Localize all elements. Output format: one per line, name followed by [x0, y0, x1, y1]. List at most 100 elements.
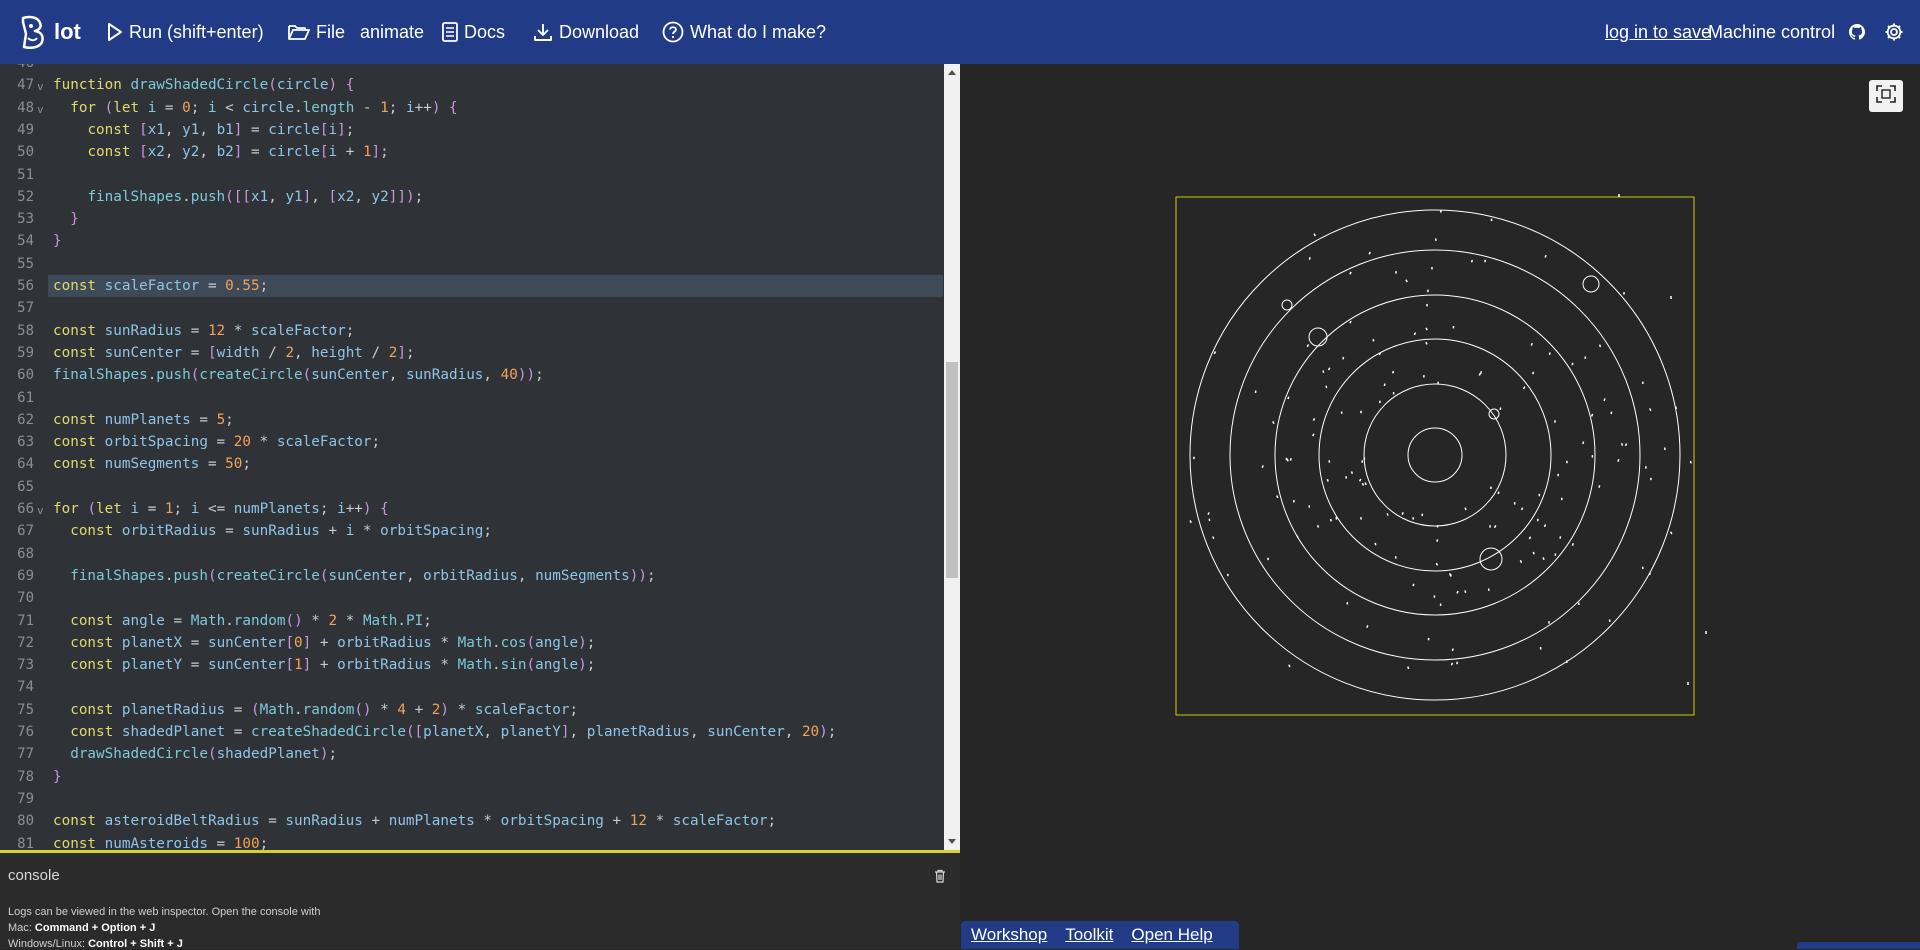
asteroid-mark [1393, 371, 1394, 373]
open-help-link[interactable]: Open Help [1131, 925, 1212, 945]
asteroid-mark [1599, 485, 1600, 487]
line-number: 52 [0, 186, 34, 208]
code-line[interactable]: const numSegments = 50; [53, 453, 251, 475]
animate-button[interactable]: animate [360, 0, 424, 64]
code-line[interactable]: for (let i = 1; i <= numPlanets; i++) { [53, 498, 389, 520]
code-line[interactable]: const numAsteroids = 100; [53, 833, 268, 851]
code-line[interactable]: } [53, 208, 79, 230]
asteroid-mark [1406, 280, 1407, 282]
asteroid-mark [1544, 524, 1545, 526]
asteroid-mark [1314, 234, 1315, 236]
asteroid-mark [1452, 663, 1453, 665]
toolkit-link[interactable]: Toolkit [1065, 925, 1113, 945]
file-menu-button[interactable]: File [288, 0, 345, 64]
asteroid-mark [1367, 625, 1368, 627]
asteroid-mark [1360, 479, 1361, 481]
code-line[interactable]: const orbitRadius = sunRadius + i * orbi… [53, 520, 492, 542]
docs-button[interactable]: Docs [442, 0, 505, 64]
line-number: 65 [0, 476, 34, 498]
preview-viewer[interactable]: Workshop Toolkit Open Help [961, 64, 1920, 949]
windows-keys: Control + Shift + J [88, 938, 183, 950]
asteroid-mark [1379, 353, 1380, 355]
line-number: 49 [0, 119, 34, 141]
run-button[interactable]: Run (shift+enter) [107, 0, 264, 64]
file-label: File [316, 22, 345, 43]
code-editor[interactable]: 4647vfunction drawShadedCircle(circle) {… [0, 64, 960, 850]
console-panel: console Logs can be viewed in the web in… [0, 850, 960, 949]
code-line[interactable]: } [53, 230, 62, 252]
workshop-link[interactable]: Workshop [971, 925, 1047, 945]
code-line[interactable]: finalShapes.push([[x1, y1], [x2, y2]]); [53, 186, 423, 208]
editor-scrollbar[interactable] [944, 64, 960, 850]
code-line[interactable]: const scaleFactor = 0.55; [53, 275, 268, 297]
asteroid-mark [1362, 483, 1363, 485]
fullscreen-button[interactable] [1869, 80, 1903, 112]
dimension-readout [1797, 942, 1920, 949]
console-message: Logs can be viewed in the web inspector.… [8, 906, 320, 918]
asteroid-mark [1436, 563, 1437, 565]
orbit-circle [1230, 250, 1640, 660]
code-line[interactable]: finalShapes.push(createCircle(sunCenter,… [53, 565, 656, 587]
line-number: 50 [0, 141, 34, 163]
blot-logo[interactable]: lot [18, 0, 81, 64]
asteroid-mark [1414, 333, 1415, 335]
code-line[interactable]: const [x1, y1, b1] = circle[i]; [53, 119, 354, 141]
scroll-down-arrow-icon[interactable] [948, 839, 956, 844]
asteroid-mark [1543, 557, 1544, 559]
fold-arrow-icon[interactable]: v [37, 80, 44, 93]
code-line[interactable]: const asteroidBeltRadius = sunRadius + n… [53, 810, 776, 832]
code-line[interactable]: finalShapes.push(createCircle(sunCenter,… [53, 364, 544, 386]
code-line[interactable]: for (let i = 0; i < circle.length - 1; i… [53, 97, 458, 119]
code-line[interactable]: const angle = Math.random() * 2 * Math.P… [53, 610, 432, 632]
asteroid-mark [1545, 255, 1546, 257]
code-line[interactable]: drawShadedCircle(shadedPlanet); [53, 743, 337, 765]
line-number: 79 [0, 788, 34, 810]
asteroid-mark [1578, 602, 1579, 604]
line-number: 66 [0, 498, 34, 520]
line-number: 75 [0, 699, 34, 721]
code-line[interactable]: } [53, 766, 62, 788]
help-button[interactable]: What do I make? [662, 0, 826, 64]
asteroid-mark [1618, 459, 1619, 461]
line-number: 69 [0, 565, 34, 587]
asteroid-mark [1384, 384, 1385, 386]
line-number: 81 [0, 833, 34, 851]
trash-icon[interactable] [934, 869, 946, 888]
code-line[interactable]: function drawShadedCircle(circle) { [53, 74, 354, 96]
code-line[interactable]: const orbitSpacing = 20 * scaleFactor; [53, 431, 380, 453]
code-line[interactable]: const planetY = sunCenter[1] + orbitRadi… [53, 654, 595, 676]
github-icon[interactable] [1848, 0, 1866, 64]
scroll-up-arrow-icon[interactable] [948, 70, 956, 75]
code-line[interactable]: const shadedPlanet = createShadedCircle(… [53, 721, 836, 743]
code-line[interactable]: const planetX = sunCenter[0] + orbitRadi… [53, 632, 595, 654]
mac-prefix: Mac: [8, 922, 35, 934]
windows-prefix: Windows/Linux: [8, 938, 88, 950]
fold-arrow-icon[interactable]: v [37, 103, 44, 116]
login-link[interactable]: log in to save [1605, 0, 1711, 64]
machine-control-button[interactable]: Machine control [1708, 0, 1835, 64]
asteroid-mark [1531, 343, 1532, 345]
asteroid-mark [1309, 257, 1310, 259]
help-label: What do I make? [690, 22, 826, 43]
line-number: 58 [0, 320, 34, 342]
gear-icon[interactable] [1884, 0, 1904, 64]
code-line[interactable]: const [x2, y2, b2] = circle[i + 1]; [53, 141, 389, 163]
drawing-canvas[interactable] [961, 64, 1920, 949]
asteroid-mark [1520, 560, 1521, 562]
fold-arrow-icon[interactable]: v [37, 504, 44, 517]
asteroid-mark [1375, 543, 1376, 545]
folder-icon [288, 23, 310, 41]
code-line[interactable]: const planetRadius = (Math.random() * 4 … [53, 699, 578, 721]
planet-circle [1480, 548, 1502, 570]
planet-circle [1583, 276, 1599, 292]
asteroid-mark [1600, 345, 1601, 347]
code-line[interactable]: const sunCenter = [width / 2, height / 2… [53, 342, 415, 364]
line-number: 74 [0, 676, 34, 698]
asteroid-mark [1573, 543, 1574, 545]
code-line[interactable]: const sunRadius = 12 * scaleFactor; [53, 320, 354, 342]
scrollbar-thumb[interactable] [946, 362, 958, 578]
asteroid-mark [1498, 492, 1499, 494]
download-button[interactable]: Download [533, 0, 639, 64]
code-line[interactable]: const numPlanets = 5; [53, 409, 234, 431]
logo-text: lot [54, 19, 81, 45]
